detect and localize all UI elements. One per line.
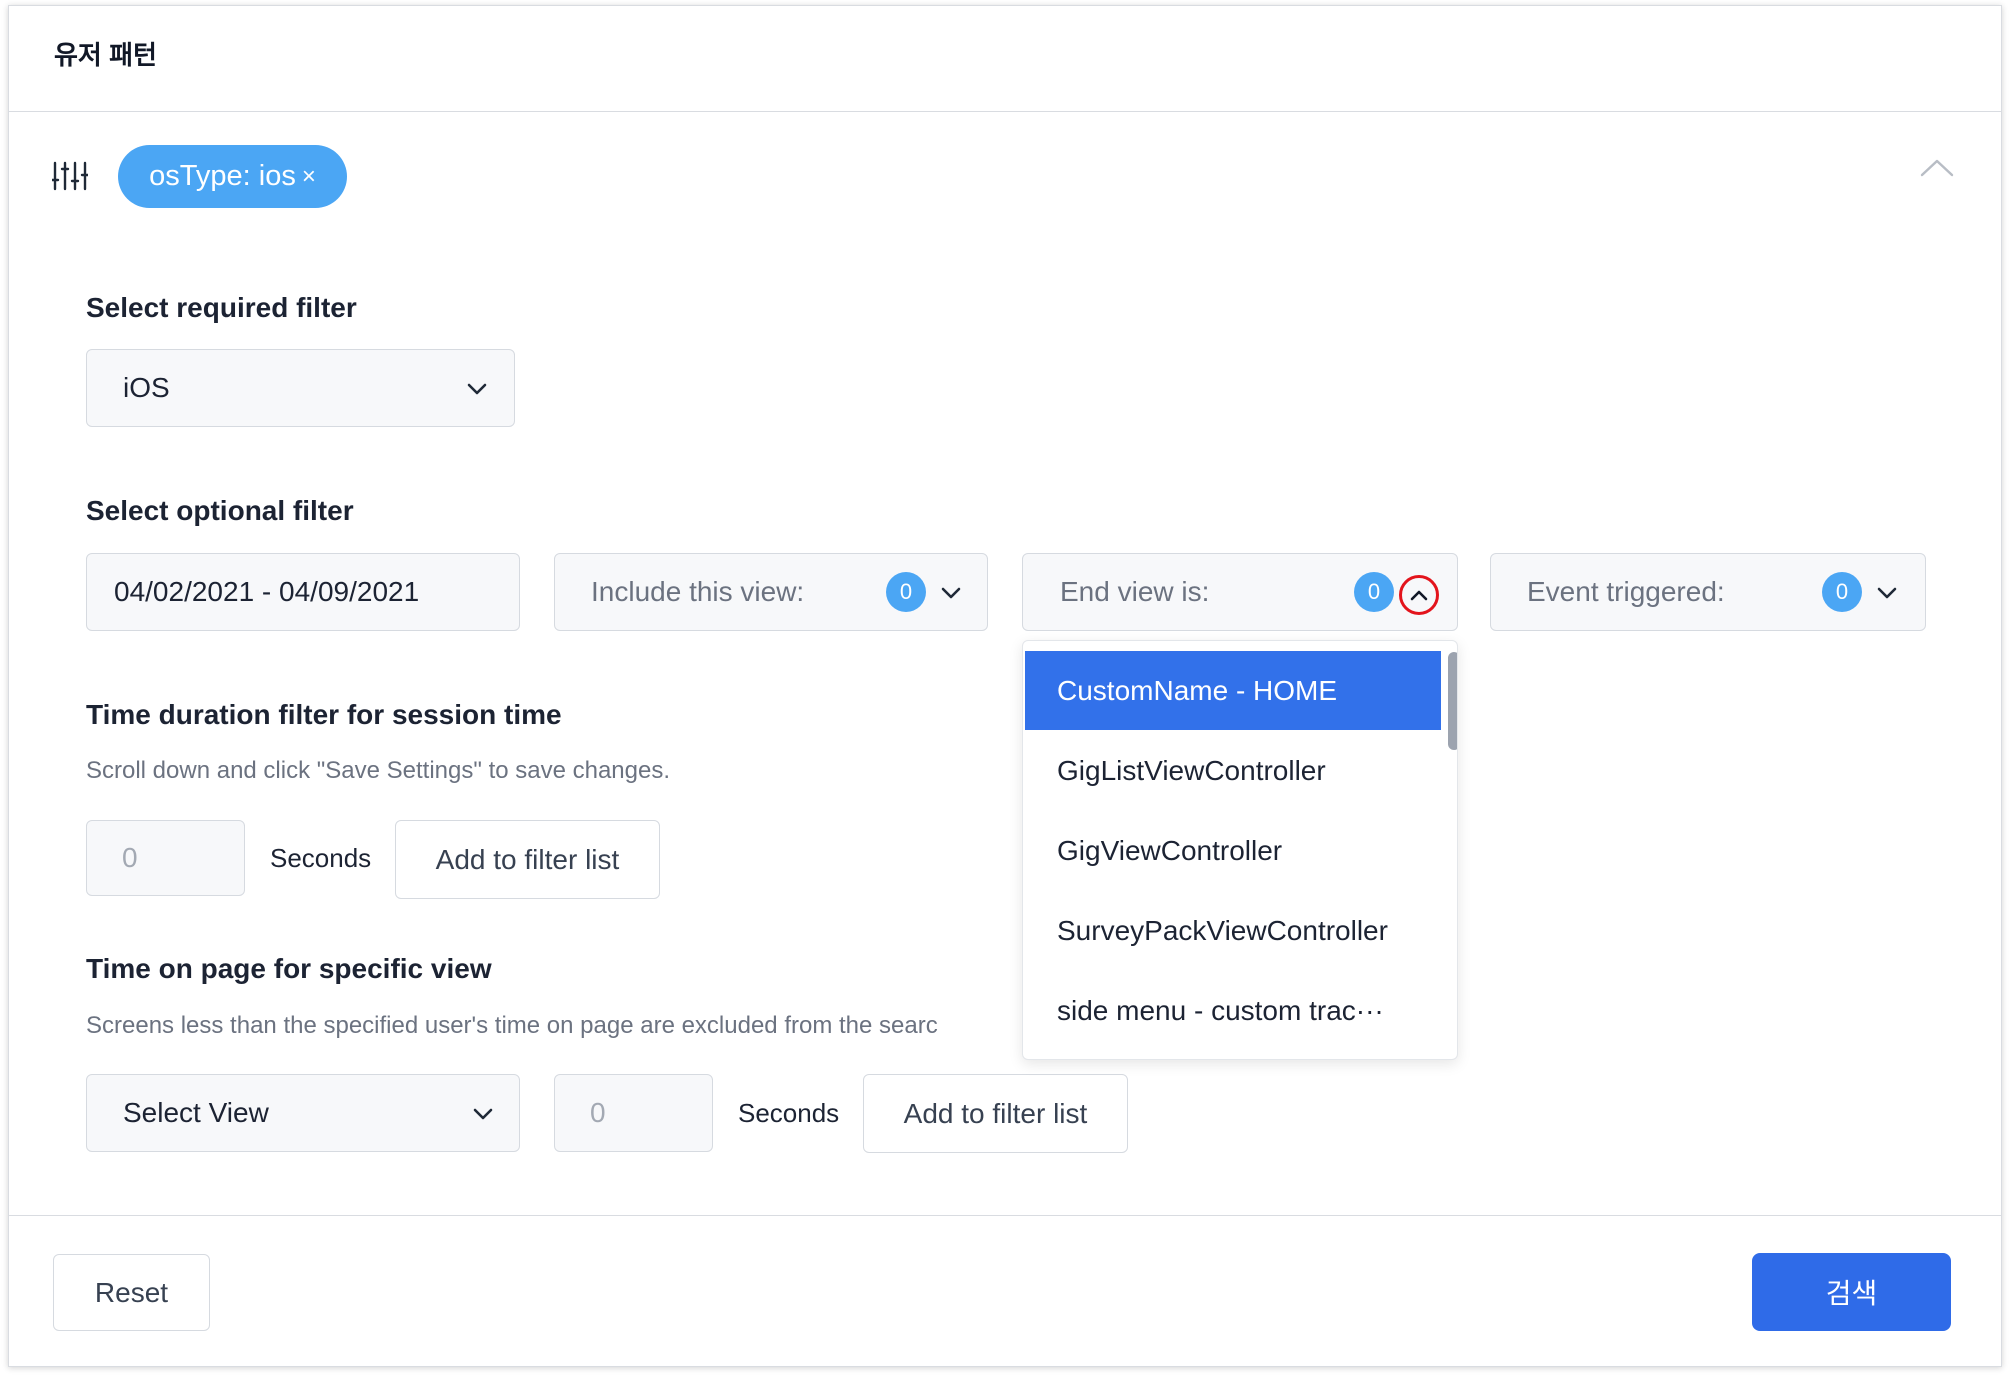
- chevron-up-icon[interactable]: [1409, 589, 1429, 601]
- chevron-up-icon[interactable]: [1920, 159, 1954, 177]
- page-seconds-input[interactable]: [590, 1075, 700, 1151]
- required-filter-title: Select required filter: [86, 292, 357, 323]
- end-view-dropdown-menu: CustomName - HOME GigListViewController …: [1022, 640, 1458, 1060]
- date-range-picker[interactable]: [86, 553, 520, 631]
- page: 유저 패턴 osType: ios × Select required filt…: [0, 0, 2010, 1378]
- session-duration-title: Time duration filter for session time: [86, 699, 562, 730]
- time-on-page-hint: Screens less than the specified user's t…: [86, 1012, 938, 1039]
- end-view-input[interactable]: [1060, 554, 1340, 630]
- sliders-icon[interactable]: [52, 160, 88, 192]
- select-view-dropdown[interactable]: Select View: [86, 1074, 520, 1152]
- reset-button[interactable]: Reset: [53, 1254, 210, 1331]
- session-seconds-input[interactable]: [122, 821, 232, 895]
- session-duration-hint: Scroll down and click "Save Settings" to…: [86, 757, 671, 784]
- session-add-to-filter-button[interactable]: Add to filter list: [395, 820, 660, 899]
- include-view-label: Include this view:: [591, 576, 805, 607]
- event-triggered-label: Event triggered:: [1527, 576, 1725, 607]
- required-filter-select[interactable]: iOS: [86, 349, 515, 427]
- session-seconds-field[interactable]: [86, 820, 245, 896]
- chevron-down-icon: [1877, 587, 1897, 599]
- filter-chip-ostype[interactable]: osType: ios ×: [118, 145, 347, 208]
- chevron-down-icon: [473, 1108, 493, 1120]
- filter-chip-label: osType: ios: [149, 160, 296, 192]
- header-divider: [8, 111, 2002, 112]
- user-pattern-panel: [8, 5, 2002, 1367]
- session-seconds-unit: Seconds: [270, 843, 372, 873]
- include-view-count-badge: 0: [886, 572, 926, 612]
- end-view-select[interactable]: 0: [1022, 553, 1458, 631]
- end-view-count-badge: 0: [1354, 572, 1394, 612]
- chevron-down-icon: [941, 587, 961, 599]
- dropdown-option[interactable]: GigViewController: [1025, 811, 1441, 890]
- required-filter-value: iOS: [123, 372, 170, 403]
- dropdown-scrollbar[interactable]: [1448, 652, 1457, 750]
- dropdown-option[interactable]: SurveyPackViewController: [1025, 891, 1441, 970]
- search-button[interactable]: 검색: [1752, 1253, 1951, 1331]
- dropdown-option[interactable]: CustomName - HOME: [1025, 651, 1441, 730]
- chevron-down-icon: [467, 383, 487, 395]
- panel-title: 유저 패턴: [54, 40, 157, 70]
- select-view-label: Select View: [123, 1097, 269, 1128]
- page-add-to-filter-button[interactable]: Add to filter list: [863, 1074, 1128, 1153]
- footer-divider: [8, 1215, 2002, 1216]
- annotation-highlight-ring: [1399, 575, 1439, 615]
- page-seconds-field[interactable]: [554, 1074, 713, 1152]
- optional-filter-title: Select optional filter: [86, 495, 354, 526]
- chip-remove-icon[interactable]: ×: [302, 163, 316, 191]
- dropdown-option[interactable]: side menu - custom trac···: [1025, 971, 1441, 1050]
- page-seconds-unit: Seconds: [738, 1098, 840, 1128]
- time-on-page-title: Time on page for specific view: [86, 953, 492, 984]
- include-view-select[interactable]: Include this view: 0: [554, 553, 988, 631]
- event-triggered-select[interactable]: Event triggered: 0: [1490, 553, 1926, 631]
- date-range-input[interactable]: [114, 554, 504, 630]
- event-triggered-count-badge: 0: [1822, 572, 1862, 612]
- dropdown-option[interactable]: GigListViewController: [1025, 731, 1441, 810]
